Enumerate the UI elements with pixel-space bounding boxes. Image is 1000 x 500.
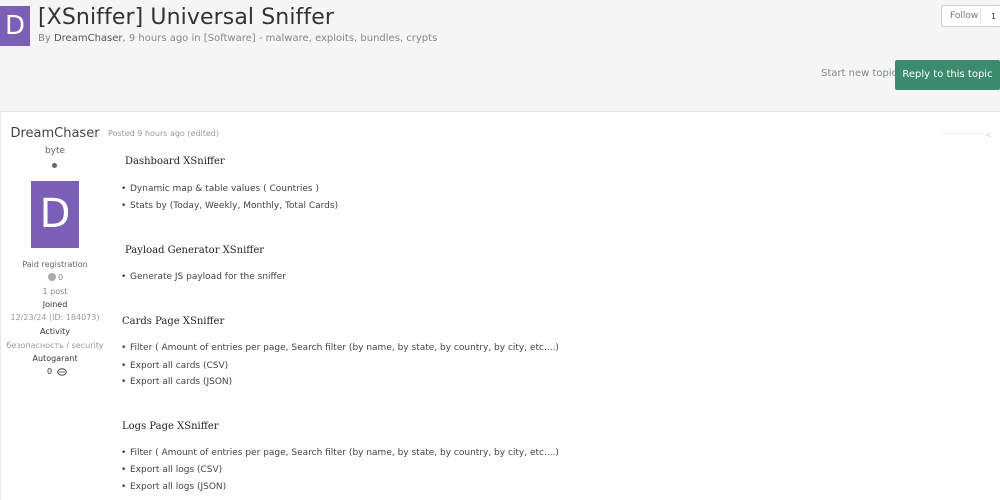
list-item: Stats by (Today, Weekly, Monthly, Total … — [121, 201, 338, 211]
post-content: Dashboard XSniffer Dynamic map & table v… — [1, 112, 1000, 500]
list-item: Dynamic map & table values ( Countries ) — [121, 184, 319, 194]
list-item: Generate JS payload for the sniffer — [121, 272, 286, 282]
topic-meta: By DreamChaser, 9 hours ago in [Software… — [38, 33, 437, 44]
list-item: Export all logs (JSON) — [121, 482, 226, 492]
list-item: Export all cards (CSV) — [121, 361, 228, 371]
meta-forum-link[interactable]: [Software] - malware, exploits, bundles,… — [204, 33, 438, 44]
list-item: Filter ( Amount of entries per page, Sea… — [121, 343, 559, 353]
meta-by: By — [38, 33, 51, 44]
reply-to-topic-button[interactable]: Reply to this topic — [895, 60, 1000, 90]
follow-button[interactable]: Follow 1 — [941, 5, 1000, 27]
section-heading: Payload Generator XSniffer — [125, 245, 265, 256]
follow-divider — [980, 8, 981, 24]
list-item: Filter ( Amount of entries per page, Sea… — [121, 448, 559, 458]
meta-author-link[interactable]: DreamChaser — [54, 33, 123, 44]
follow-label: Follow — [950, 11, 979, 21]
section-heading: Cards Page XSniffer — [122, 316, 225, 327]
start-new-topic-link[interactable]: Start new topic — [821, 68, 897, 79]
topic-author-avatar[interactable]: D — [0, 6, 30, 46]
post: DreamChaser byte D Paid registration 0 1… — [0, 112, 1000, 500]
list-item: Export all cards (JSON) — [121, 377, 232, 387]
section-heading: Dashboard XSniffer — [125, 156, 225, 167]
topic-title: [XSniffer] Universal Sniffer — [38, 5, 335, 30]
section-heading: Logs Page XSniffer — [122, 421, 219, 432]
list-item: Export all logs (CSV) — [121, 465, 222, 475]
topic-header: D [XSniffer] Universal Sniffer By DreamC… — [0, 0, 1000, 112]
meta-time: , 9 hours ago in — [122, 33, 201, 44]
follow-count: 1 — [991, 12, 997, 21]
